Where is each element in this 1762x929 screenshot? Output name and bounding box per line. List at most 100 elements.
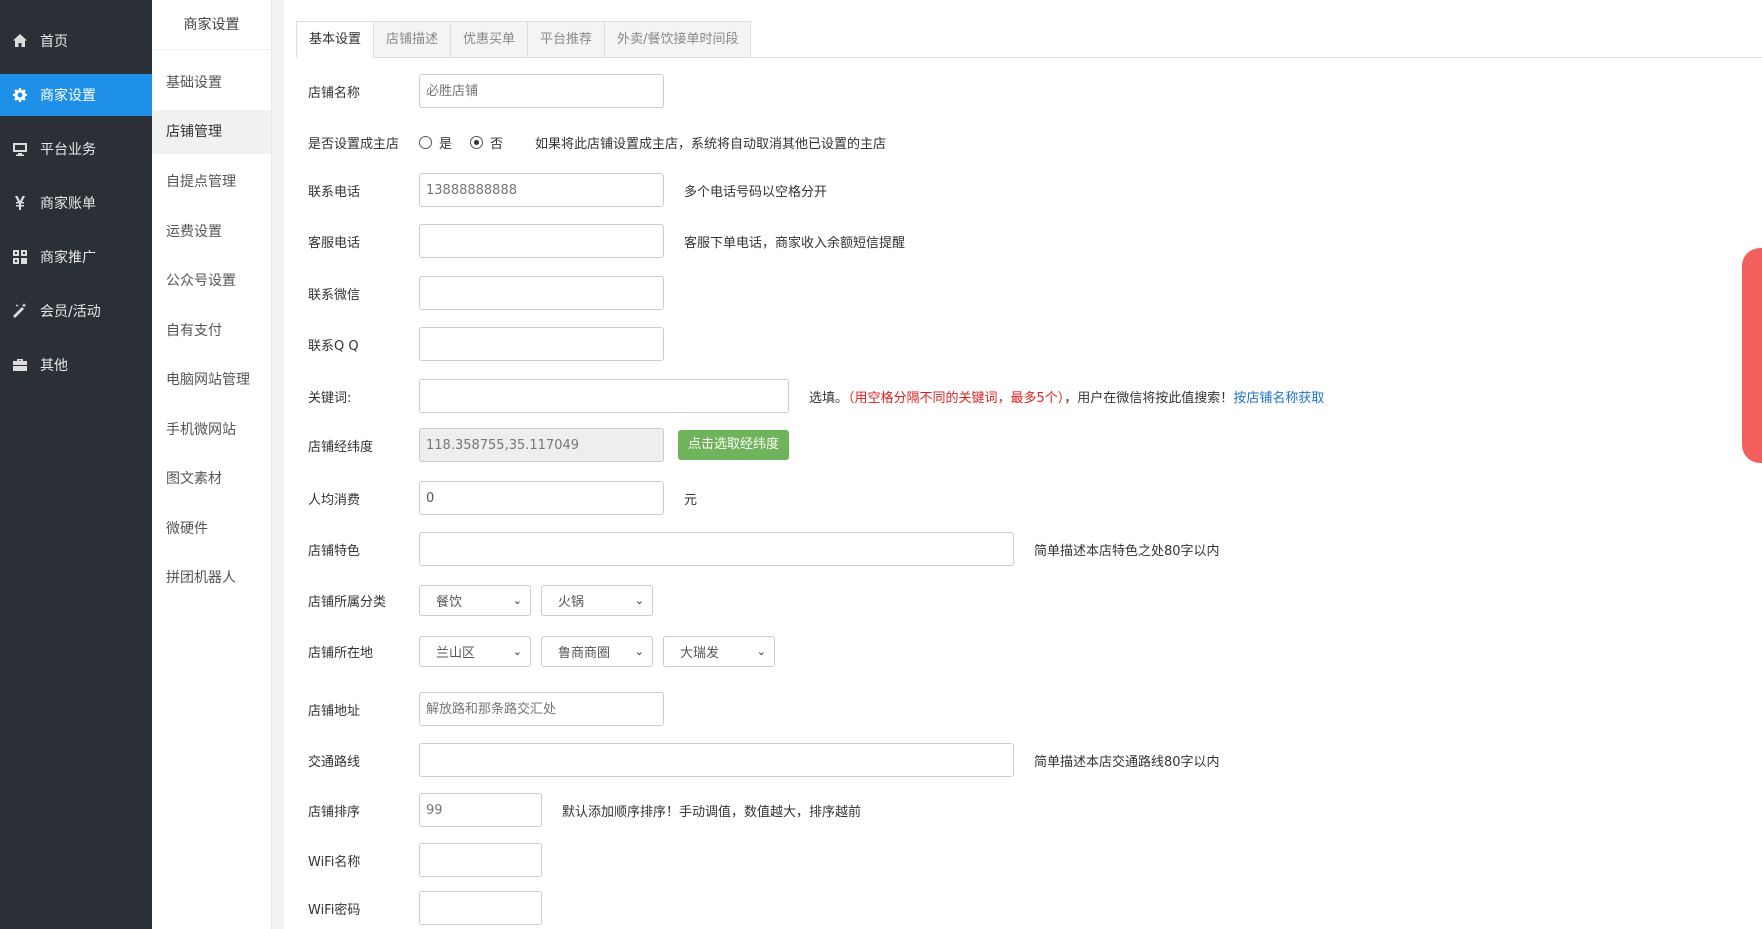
submenu-item-group-bot[interactable]: 拼团机器人 xyxy=(152,556,271,600)
field-label: 店铺所在地 xyxy=(308,646,374,661)
field-label: 店铺经纬度 xyxy=(308,439,374,455)
sidebar-item-home[interactable]: 首页 xyxy=(0,20,152,62)
field-label: 店铺所属分类 xyxy=(308,595,387,610)
service-phone-input[interactable] xyxy=(419,224,664,258)
sidebar-item-merchant-promotion[interactable]: 商家推广 xyxy=(0,236,152,278)
field-keywords: 关键词: 选填。（用空格分隔不同的关键词，最多5个），用户在微信将按此值搜索！按… xyxy=(308,379,1324,413)
submenu-item-official-account[interactable]: 公众号设置 xyxy=(152,259,271,303)
sort-input[interactable] xyxy=(419,793,542,827)
submenu-item-pc-site[interactable]: 电脑网站管理 xyxy=(152,358,271,402)
field-label: 是否设置成主店 xyxy=(308,137,400,152)
keywords-input[interactable] xyxy=(419,379,789,413)
submenu-item-shipping[interactable]: 运费设置 xyxy=(152,210,271,254)
tab-basic-settings[interactable]: 基本设置 xyxy=(296,21,375,58)
field-shop-name: 店铺名称 xyxy=(308,74,664,108)
traffic-input[interactable] xyxy=(419,743,1014,777)
field-label: 店铺特色 xyxy=(308,543,361,559)
wifi-password-input[interactable] xyxy=(419,891,542,925)
floating-side-tab[interactable] xyxy=(1742,248,1762,463)
field-service-phone: 客服电话 客服下单电话，商家收入余额短信提醒 xyxy=(308,224,905,258)
chevron-down-icon: ⌄ xyxy=(634,594,644,607)
wifi-name-input[interactable] xyxy=(419,843,542,877)
field-main-store: 是否设置成主店 是 否 如果将此店铺设置成主店，系统将自动取消其他已设置的主店 xyxy=(308,133,886,152)
area-select[interactable]: 大瑞发 ⌄ xyxy=(663,636,775,667)
tab-discount-payment[interactable]: 优惠买单 xyxy=(450,21,529,58)
field-coordinates: 店铺经纬度 点击选取经纬度 xyxy=(308,428,790,462)
briefcase-icon xyxy=(0,357,40,373)
field-label: 交通路线 xyxy=(308,754,361,770)
submenu-item-pickup-points[interactable]: 自提点管理 xyxy=(152,160,271,204)
feature-input[interactable] xyxy=(419,532,1014,566)
select-value: 火锅 xyxy=(558,595,585,610)
sidebar-item-label: 商家推广 xyxy=(40,250,96,266)
main-store-yes-radio[interactable]: 是 xyxy=(419,133,452,152)
traffic-hint: 简单描述本店交通路线80字以内 xyxy=(1034,754,1220,770)
phone-hint: 多个电话号码以空格分开 xyxy=(684,184,828,200)
yen-icon xyxy=(0,195,40,211)
avg-spend-input[interactable] xyxy=(419,481,664,515)
sidebar-item-label: 其他 xyxy=(40,358,68,374)
keywords-hint-warning: （用空格分隔不同的关键词，最多5个） xyxy=(848,390,1065,406)
main-store-no-radio[interactable]: 否 xyxy=(470,133,503,152)
field-qq: 联系Q Q xyxy=(308,327,664,361)
wechat-input[interactable] xyxy=(419,276,664,310)
field-label: 客服电话 xyxy=(308,235,361,251)
tab-store-description[interactable]: 店铺描述 xyxy=(373,21,452,58)
district-select[interactable]: 兰山区 ⌄ xyxy=(419,636,531,667)
submenu-item-mobile-site[interactable]: 手机微网站 xyxy=(152,408,271,452)
pick-coordinates-button[interactable]: 点击选取经纬度 xyxy=(678,430,790,460)
keywords-hint-prefix: 选填。 xyxy=(809,390,849,406)
field-label: WiFi名称 xyxy=(308,854,361,870)
radio-label: 否 xyxy=(490,137,504,152)
field-label: 联系微信 xyxy=(308,287,361,303)
sidebar-item-members-activities[interactable]: 会员/活动 xyxy=(0,290,152,332)
currency-unit: 元 xyxy=(684,492,698,508)
field-wifi-name: WiFi名称 xyxy=(308,843,542,877)
field-feature: 店铺特色 简单描述本店特色之处80字以内 xyxy=(308,532,1220,566)
field-address: 店铺地址 xyxy=(308,692,664,726)
shop-name-input[interactable] xyxy=(419,74,664,108)
sidebar-item-other[interactable]: 其他 xyxy=(0,344,152,386)
sidebar-item-label: 平台业务 xyxy=(40,142,96,158)
field-label: 店铺名称 xyxy=(308,85,361,101)
select-value: 大瑞发 xyxy=(680,646,720,661)
monitor-icon xyxy=(0,141,40,157)
sidebar-item-label: 会员/活动 xyxy=(40,304,101,320)
fetch-by-shop-name-link[interactable]: 按店铺名称获取 xyxy=(1233,391,1324,406)
field-label: 人均消费 xyxy=(308,492,361,508)
radio-checked-icon xyxy=(470,136,484,149)
business-area-select[interactable]: 鲁商商圈 ⌄ xyxy=(541,636,653,667)
chevron-down-icon: ⌄ xyxy=(756,645,766,658)
category-secondary-select[interactable]: 火锅 ⌄ xyxy=(541,585,653,616)
select-value: 兰山区 xyxy=(436,646,476,661)
submenu-item-own-payment[interactable]: 自有支付 xyxy=(152,309,271,353)
main-sidebar: 首页 商家设置 平台业务 商家账单 商家推广 会员/活动 其他 xyxy=(0,0,152,929)
keywords-hint: 选填。（用空格分隔不同的关键词，最多5个），用户在微信将按此值搜索！按店铺名称获… xyxy=(809,387,1324,406)
field-avg-spend: 人均消费 元 xyxy=(308,481,697,515)
sidebar-item-merchant-settings[interactable]: 商家设置 xyxy=(0,74,152,116)
sub-menu: 商家设置 基础设置 店铺管理 自提点管理 运费设置 公众号设置 自有支付 电脑网… xyxy=(152,0,272,929)
tab-platform-recommend[interactable]: 平台推荐 xyxy=(527,21,606,58)
sort-hint: 默认添加顺序排序！手动调值，数值越大，排序越前 xyxy=(562,804,862,820)
field-label: 关键词: xyxy=(308,390,352,406)
qq-input[interactable] xyxy=(419,327,664,361)
tab-bar: 基本设置 店铺描述 优惠买单 平台推荐 外卖/餐饮接单时间段 xyxy=(296,21,1762,58)
sidebar-item-merchant-bills[interactable]: 商家账单 xyxy=(0,182,152,224)
tab-delivery-hours[interactable]: 外卖/餐饮接单时间段 xyxy=(604,21,752,58)
content-gutter xyxy=(272,0,284,929)
submenu-item-hardware[interactable]: 微硬件 xyxy=(152,507,271,551)
submenu-item-store-management[interactable]: 店铺管理 xyxy=(152,110,271,154)
sidebar-item-platform-business[interactable]: 平台业务 xyxy=(0,128,152,170)
category-primary-select[interactable]: 餐饮 ⌄ xyxy=(419,585,531,616)
magic-wand-icon xyxy=(0,303,40,319)
phone-input[interactable] xyxy=(419,173,664,207)
submenu-item-media-library[interactable]: 图文素材 xyxy=(152,457,271,501)
field-sort: 店铺排序 默认添加顺序排序！手动调值，数值越大，排序越前 xyxy=(308,793,861,827)
chevron-down-icon: ⌄ xyxy=(512,645,522,658)
submenu-item-basic-settings[interactable]: 基础设置 xyxy=(152,61,271,105)
main-content: 基本设置 店铺描述 优惠买单 平台推荐 外卖/餐饮接单时间段 店铺名称 是否设置… xyxy=(284,0,1762,929)
main-store-hint: 如果将此店铺设置成主店，系统将自动取消其他已设置的主店 xyxy=(535,137,887,152)
field-label: WiFi密码 xyxy=(308,902,361,918)
field-location: 店铺所在地 兰山区 ⌄ 鲁商商圈 ⌄ 大瑞发 ⌄ xyxy=(308,636,785,667)
address-input[interactable] xyxy=(419,692,664,726)
